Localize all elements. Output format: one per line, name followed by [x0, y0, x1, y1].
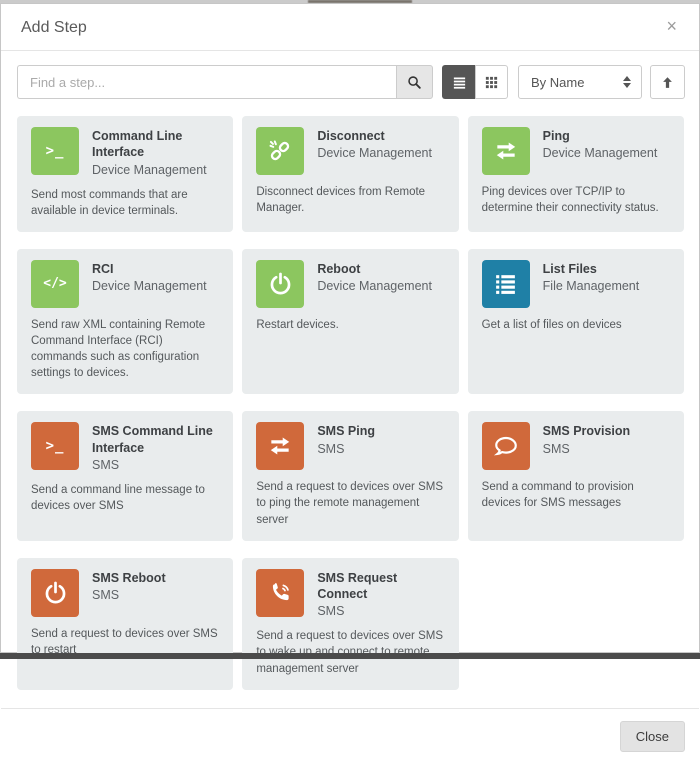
- card-head: SMS Provision SMS: [481, 422, 670, 471]
- background-page-bottom: [0, 653, 700, 659]
- step-title: List Files: [542, 261, 597, 276]
- step-card[interactable]: </> RCI Device Management Send raw XML c…: [17, 248, 234, 395]
- step-description: Disconnect devices from Remote Manager.: [256, 186, 426, 215]
- power-icon: [31, 568, 79, 617]
- grid-view-icon: [484, 75, 499, 90]
- power-icon: [256, 259, 305, 308]
- view-toggle-group: [442, 65, 508, 99]
- terminal-icon: >_: [31, 127, 79, 175]
- list-icon: [481, 259, 530, 308]
- sort-direction-button[interactable]: [650, 65, 685, 99]
- step-title: SMS Command Line Interface: [92, 424, 213, 455]
- exchange-arrows-icon: [481, 127, 530, 175]
- step-category: Device Management: [92, 162, 207, 177]
- card-head: </> RCI Device Management: [31, 259, 219, 308]
- grid-view-button[interactable]: [475, 65, 508, 99]
- step-card[interactable]: >_ Command Line Interface Device Managem…: [17, 116, 234, 232]
- modal-body: By Name >_ Command Line Interface Device…: [1, 51, 699, 690]
- modal-footer: Close: [1, 707, 699, 764]
- card-head: Ping Device Management: [481, 127, 670, 175]
- step-card[interactable]: Reboot Device Management Restart devices…: [242, 248, 459, 395]
- step-category: Device Management: [317, 279, 432, 294]
- step-title: Disconnect: [317, 129, 385, 143]
- step-description: Send most commands that are available in…: [31, 188, 188, 217]
- step-category: SMS: [92, 587, 120, 602]
- step-description: Send raw XML containing Remote Command I…: [31, 318, 206, 380]
- broken-link-icon: [256, 127, 305, 175]
- step-category: Device Management: [317, 146, 432, 161]
- step-card[interactable]: Ping Device Management Ping devices over…: [467, 116, 684, 232]
- code-icon: </>: [31, 259, 79, 308]
- step-title: SMS Reboot: [92, 570, 166, 585]
- step-title: SMS Provision: [542, 424, 631, 439]
- step-title: Ping: [542, 129, 570, 143]
- card-head: SMS Ping SMS: [256, 422, 444, 471]
- close-button[interactable]: Close: [619, 720, 685, 752]
- steps-grid: >_ Command Line Interface Device Managem…: [1, 99, 699, 690]
- modal-title: Add Step: [21, 19, 87, 36]
- step-title: RCI: [92, 261, 114, 276]
- exchange-arrows-icon: [256, 422, 305, 471]
- terminal-icon: >_: [31, 422, 79, 471]
- sort-select[interactable]: By Name: [518, 65, 642, 99]
- step-title: Reboot: [317, 261, 361, 276]
- step-card[interactable]: List Files File Management Get a list of…: [467, 248, 684, 395]
- search-group: [17, 65, 433, 99]
- step-card[interactable]: SMS Provision SMS Send a command to prov…: [467, 411, 684, 541]
- step-category: SMS: [317, 441, 345, 456]
- add-step-modal: Add Step × Find a step... By Name >_ Com…: [0, 3, 700, 752]
- step-description: Send a request to devices over SMS to pi…: [256, 481, 443, 526]
- step-description: Restart devices.: [256, 318, 339, 331]
- close-icon[interactable]: ×: [664, 17, 679, 35]
- step-category: File Management: [542, 279, 640, 294]
- step-description: Ping devices over TCP/IP to determine th…: [481, 186, 659, 215]
- step-category: Device Management: [542, 146, 658, 161]
- step-description: Send a command line message to devices o…: [31, 484, 205, 513]
- speech-bubble-icon: [481, 422, 530, 471]
- card-head: List Files File Management: [481, 259, 670, 308]
- card-head: Disconnect Device Management: [256, 127, 444, 175]
- step-category: SMS: [92, 457, 120, 472]
- step-card[interactable]: SMS Ping SMS Send a request to devices o…: [242, 411, 459, 541]
- search-input[interactable]: [17, 65, 396, 99]
- step-title: Command Line Interface: [92, 129, 183, 160]
- step-description: Get a list of files on devices: [481, 318, 622, 331]
- card-head: Reboot Device Management: [256, 259, 444, 308]
- card-head: >_ SMS Command Line Interface SMS: [31, 422, 219, 473]
- phone-signal-icon: [256, 568, 305, 617]
- step-category: SMS: [317, 604, 345, 619]
- card-head: >_ Command Line Interface Device Managem…: [31, 127, 219, 178]
- list-view-button[interactable]: [442, 65, 475, 99]
- step-title: SMS Ping: [317, 424, 375, 439]
- search-icon: [406, 74, 423, 91]
- modal-header: Add Step ×: [1, 4, 699, 51]
- list-view-icon: [452, 75, 467, 90]
- sort-select-value: By Name: [531, 74, 585, 90]
- select-caret-icon: [623, 76, 631, 88]
- step-card[interactable]: SMS Request Connect SMS Send a request t…: [242, 557, 459, 690]
- step-description: Send a command to provision devices for …: [481, 481, 634, 510]
- toolbar: By Name: [1, 51, 699, 99]
- step-card[interactable]: >_ SMS Command Line Interface SMS Send a…: [17, 411, 234, 541]
- step-card[interactable]: SMS Reboot SMS Send a request to devices…: [17, 557, 234, 690]
- arrow-up-icon: [660, 75, 675, 90]
- search-button[interactable]: [396, 65, 433, 99]
- card-head: SMS Reboot SMS: [31, 568, 219, 617]
- step-category: Device Management: [92, 279, 207, 294]
- step-title: SMS Request Connect: [317, 570, 398, 601]
- card-head: SMS Request Connect SMS: [256, 568, 444, 620]
- step-category: SMS: [542, 441, 570, 456]
- step-card[interactable]: Disconnect Device Management Disconnect …: [242, 116, 459, 232]
